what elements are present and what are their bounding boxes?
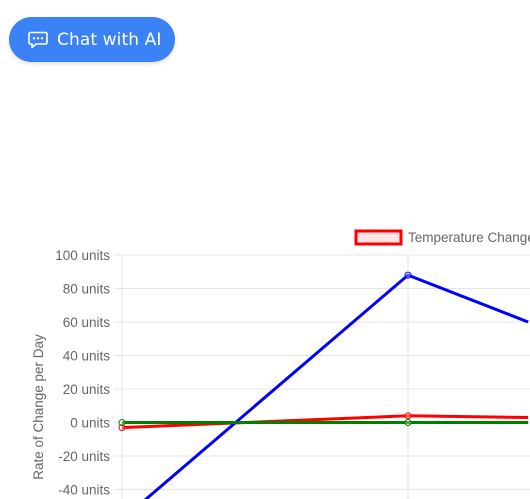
chart-grid xyxy=(114,254,530,499)
y-tick-label: -40 units xyxy=(58,483,110,498)
data-point[interactable] xyxy=(118,419,126,426)
y-tick-label: 80 units xyxy=(63,282,111,297)
y-axis: 100 units 80 units 60 units 40 units 20 unit… xyxy=(55,248,110,498)
y-tick-label: 40 units xyxy=(63,349,111,364)
y-tick-label: -20 units xyxy=(58,449,110,464)
data-point[interactable] xyxy=(404,412,412,420)
y-tick-label: 20 units xyxy=(63,382,111,397)
y-tick-label: 60 units xyxy=(63,315,111,330)
page: Chat with AI 100 units 80 units 60 units 40… xyxy=(0,0,530,499)
chart-series xyxy=(118,271,529,499)
legend-label-temperature-change[interactable]: Temperature Change xyxy=(408,230,530,245)
legend-swatch-temperature-change[interactable] xyxy=(354,229,403,246)
y-tick-label: 0 units xyxy=(70,416,110,431)
data-point[interactable] xyxy=(404,419,412,426)
chart-legend: Temperature Change xyxy=(354,229,530,246)
y-axis-title: Rate of Change per Day xyxy=(31,334,46,480)
series-line-1 xyxy=(143,273,529,499)
line-chart: 100 units 80 units 60 units 40 units 20 unit… xyxy=(31,229,530,499)
data-point[interactable] xyxy=(404,271,412,279)
y-tick-label: 100 units xyxy=(55,248,110,263)
